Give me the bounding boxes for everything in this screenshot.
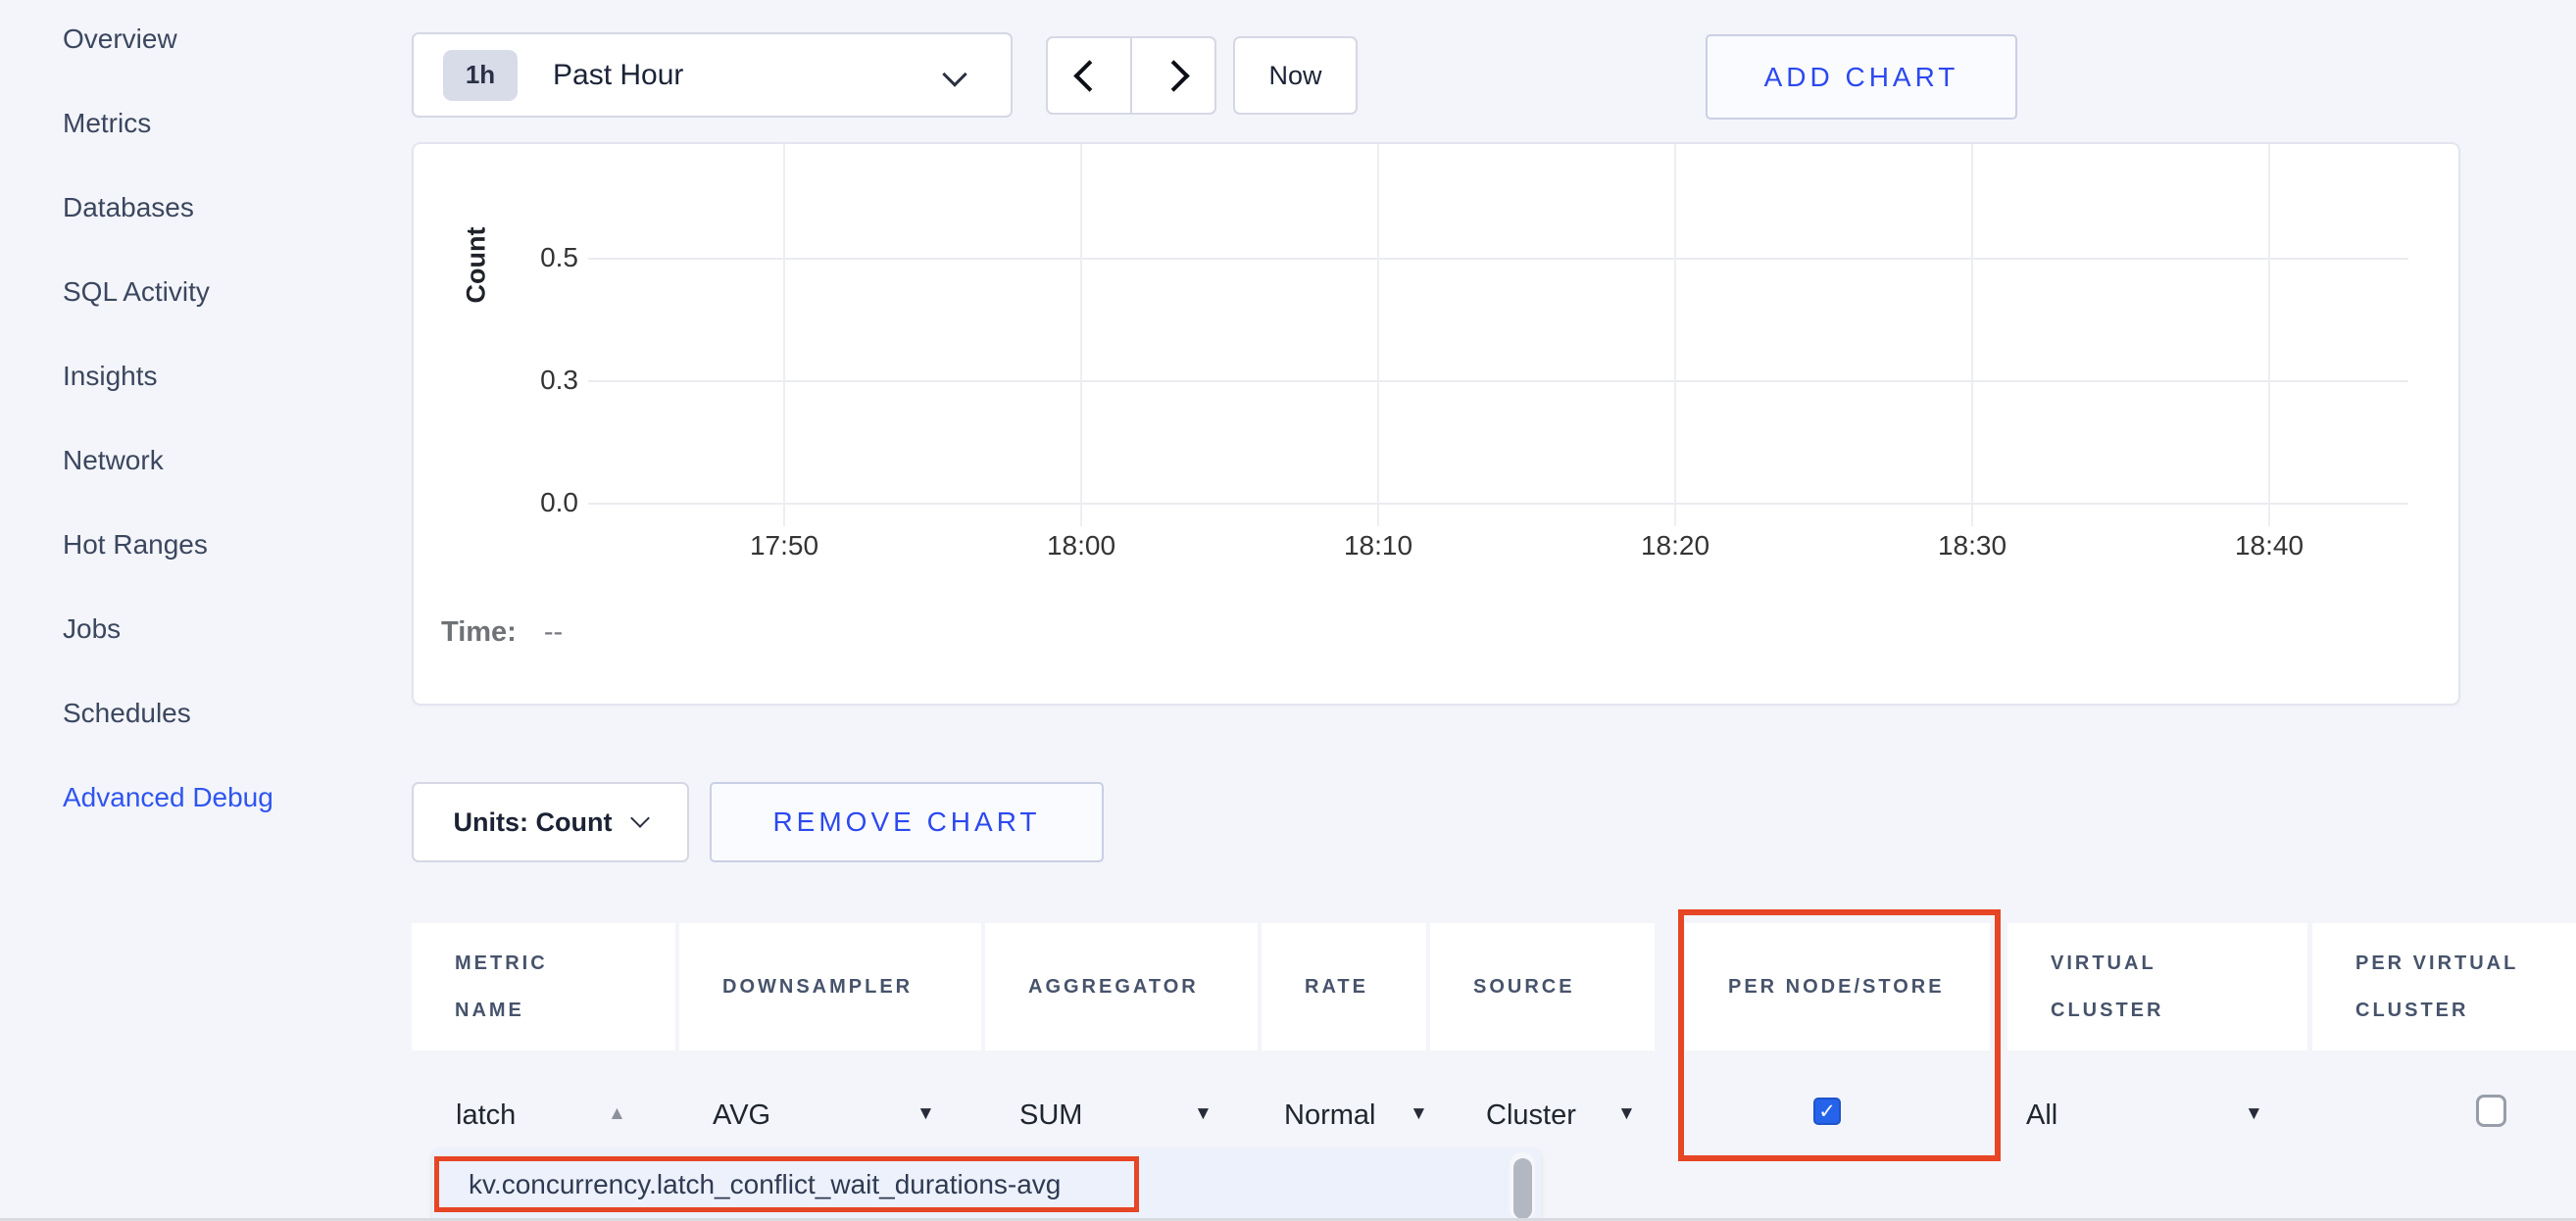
- y-axis-label: Count: [462, 197, 492, 334]
- units-dropdown[interactable]: Units: Count: [412, 782, 689, 862]
- col-header-per-node-store: PER NODE/STORE: [1685, 923, 1990, 1050]
- sidebar-item-schedules[interactable]: Schedules: [63, 692, 191, 735]
- metric-name-input[interactable]: latch: [456, 1099, 516, 1132]
- scrollbar-thumb[interactable]: [1513, 1158, 1532, 1219]
- x-tick: 18:30: [1894, 530, 2051, 562]
- now-button[interactable]: Now: [1233, 36, 1358, 115]
- y-tick: 0.5: [500, 242, 578, 273]
- col-header-source: SOURCE: [1430, 923, 1655, 1050]
- sidebar-item-network[interactable]: Network: [63, 439, 164, 482]
- x-tick: 18:10: [1300, 530, 1457, 562]
- time-range-badge: 1h: [443, 50, 518, 101]
- chevron-left-icon: [1073, 60, 1106, 92]
- units-label: Units: Count: [454, 807, 613, 838]
- source-select[interactable]: Cluster: [1486, 1099, 1576, 1132]
- col-header-downsampler: DOWNSAMPLER: [679, 923, 981, 1050]
- sidebar-item-metrics[interactable]: Metrics: [63, 102, 151, 145]
- chevron-down-icon: [942, 62, 966, 86]
- col-header-virtual-cluster: VIRTUAL CLUSTER: [2007, 923, 2307, 1050]
- sidebar-item-advanced-debug[interactable]: Advanced Debug: [63, 776, 273, 819]
- time-value: --: [544, 616, 563, 648]
- per-node-store-checkbox[interactable]: ✓: [1813, 1098, 1841, 1125]
- sidebar-item-insights[interactable]: Insights: [63, 355, 158, 398]
- time-range-label: Past Hour: [553, 59, 683, 92]
- sidebar-item-databases[interactable]: Databases: [63, 186, 194, 229]
- gridline: [588, 503, 2408, 505]
- sidebar-item-sql-activity[interactable]: SQL Activity: [63, 270, 210, 314]
- col-header-per-virtual-cluster: PER VIRTUAL CLUSTER: [2312, 923, 2576, 1050]
- x-tick: 17:50: [706, 530, 863, 562]
- gridline: [1080, 144, 1082, 526]
- gridline: [588, 380, 2408, 382]
- time-range-picker[interactable]: 1h Past Hour: [412, 32, 1013, 118]
- x-tick: 18:20: [1597, 530, 1754, 562]
- sidebar-item-overview[interactable]: Overview: [63, 18, 177, 61]
- sidebar-item-hot-ranges[interactable]: Hot Ranges: [63, 523, 208, 566]
- gridline: [2268, 144, 2270, 526]
- caret-down-icon[interactable]: ▼: [1617, 1103, 1636, 1125]
- y-tick: 0.3: [500, 365, 578, 396]
- time-pager: [1046, 36, 1216, 115]
- virtual-cluster-select[interactable]: All: [2026, 1099, 2057, 1132]
- caret-up-icon[interactable]: ▲: [608, 1103, 626, 1125]
- custom-chart-panel: Count 0.5 0.3 0.0 17:50 18:00 18:10 18:2…: [412, 142, 2460, 706]
- time-label: Time:: [441, 616, 517, 648]
- remove-chart-button[interactable]: REMOVE CHART: [710, 782, 1104, 862]
- prev-interval-button[interactable]: [1048, 38, 1132, 113]
- gridline: [783, 144, 785, 526]
- col-header-rate: RATE: [1262, 923, 1426, 1050]
- rate-select[interactable]: Normal: [1284, 1099, 1375, 1132]
- advanced-debug-custom-chart-page: Overview Metrics Databases SQL Activity …: [0, 0, 2576, 1221]
- chevron-down-icon: [631, 808, 651, 828]
- gridline: [1377, 144, 1379, 526]
- x-tick: 18:40: [2191, 530, 2348, 562]
- metric-suggestion-item[interactable]: kv.concurrency.latch_conflict_wait_durat…: [469, 1169, 1061, 1200]
- add-chart-button[interactable]: ADD CHART: [1706, 34, 2017, 120]
- check-icon: ✓: [1818, 1099, 1836, 1124]
- next-interval-button[interactable]: [1132, 38, 1214, 113]
- y-tick: 0.0: [500, 487, 578, 518]
- col-header-metric-name: METRIC NAME: [412, 923, 675, 1050]
- caret-down-icon[interactable]: ▼: [2245, 1103, 2263, 1125]
- gridline: [1971, 144, 1973, 526]
- col-header-aggregator: AGGREGATOR: [985, 923, 1258, 1050]
- caret-down-icon[interactable]: ▼: [916, 1103, 935, 1125]
- gridline: [588, 258, 2408, 260]
- gridline: [1674, 144, 1676, 526]
- sidebar-item-jobs[interactable]: Jobs: [63, 608, 121, 651]
- hover-time-readout: Time: --: [441, 616, 563, 649]
- downsampler-select[interactable]: AVG: [713, 1099, 770, 1132]
- per-virtual-cluster-checkbox[interactable]: [2476, 1095, 2506, 1127]
- caret-down-icon[interactable]: ▼: [1410, 1103, 1428, 1125]
- x-tick: 18:00: [1003, 530, 1160, 562]
- chevron-right-icon: [1158, 60, 1190, 92]
- caret-down-icon[interactable]: ▼: [1194, 1103, 1213, 1125]
- aggregator-select[interactable]: SUM: [1019, 1099, 1082, 1132]
